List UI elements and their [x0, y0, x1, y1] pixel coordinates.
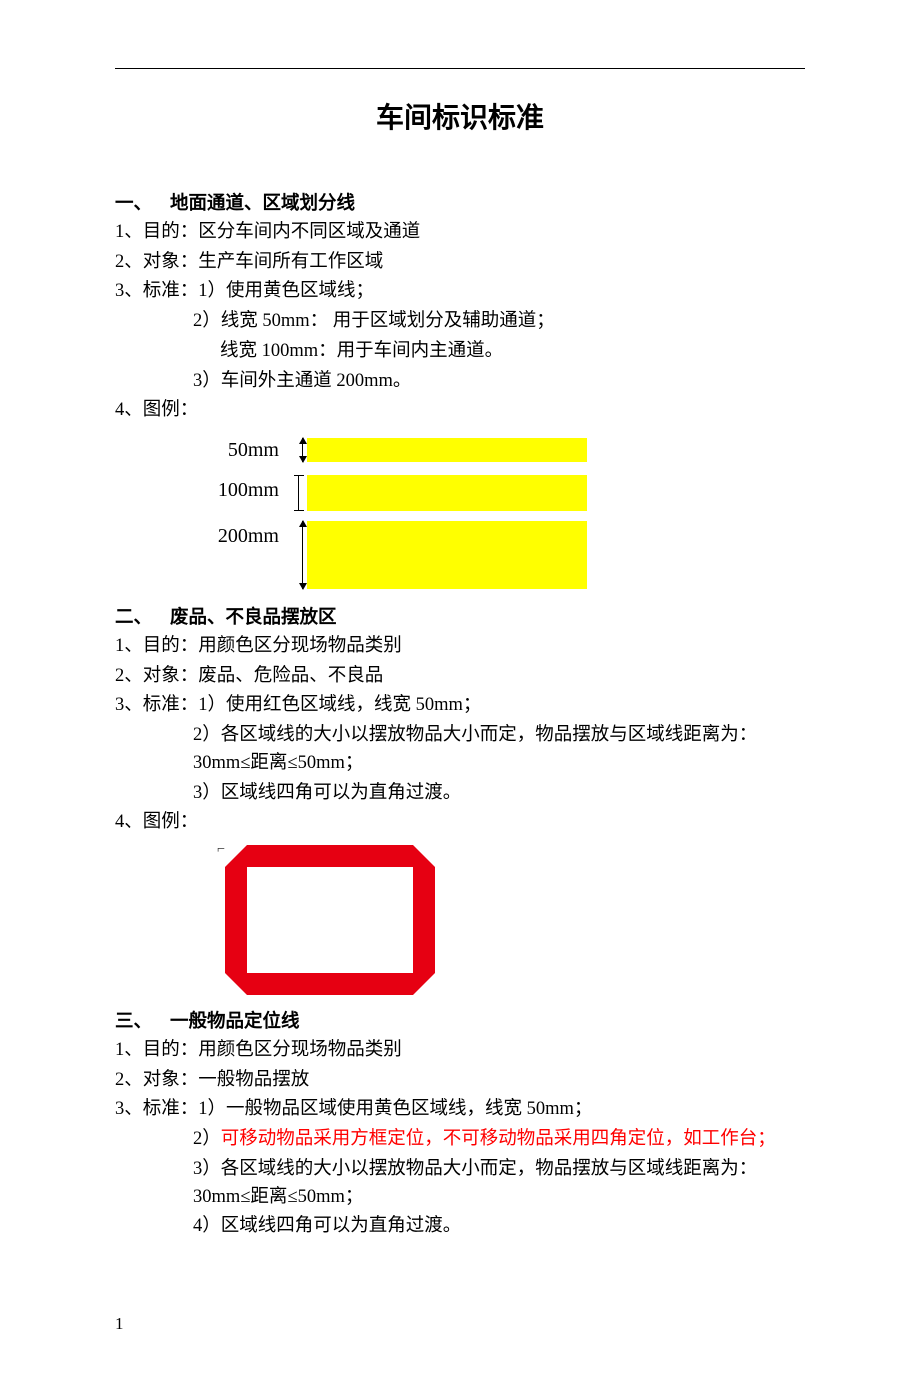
- bar-50-label: 50mm: [207, 435, 283, 465]
- document-title: 车间标识标准: [115, 97, 805, 139]
- dimension-arrow-icon: [302, 521, 303, 589]
- page-number: 1: [115, 1311, 805, 1337]
- section-2-line: 2）各区域线的大小以摆放物品大小而定，物品摆放与区域线距离为：30mm≤距离≤5…: [115, 722, 805, 778]
- bar-200-label: 200mm: [207, 521, 283, 551]
- section-2-line: 3）区域线四角可以为直角过渡。: [115, 780, 805, 808]
- section-3-l4-highlight: 可移动物品采用方框定位，不可移动物品采用四角定位，如工作台；: [221, 1129, 776, 1149]
- yellow-bar-50: [307, 438, 587, 462]
- section-1-line: 线宽 100mm：用于车间内主通道。: [115, 338, 805, 366]
- handle-icon: ⌐: [217, 839, 225, 860]
- yellow-bar-100: [307, 475, 587, 511]
- dimension-arrow-icon: [302, 438, 303, 462]
- section-1-line: 1、目的：区分车间内不同区域及通道: [115, 219, 805, 247]
- section-2-line: 1、目的：用颜色区分现场物品类别: [115, 633, 805, 661]
- section-2-heading: 二、废品、不良品摆放区: [115, 603, 805, 631]
- section-1-title: 地面通道、区域划分线: [170, 192, 355, 213]
- dimension-tick-icon: [298, 475, 299, 511]
- section-3-title: 一般物品定位线: [170, 1010, 300, 1031]
- figure-red-frame: ⌐: [225, 845, 435, 995]
- section-1-line: 2）线宽 50mm： 用于区域划分及辅助通道；: [115, 308, 805, 336]
- section-3-num: 三、: [115, 1007, 170, 1035]
- bar-100-label: 100mm: [207, 475, 283, 505]
- header-rule: [115, 68, 805, 69]
- section-3-line: 4）区域线四角可以为直角过渡。: [115, 1213, 805, 1241]
- section-3-line: 2）可移动物品采用方框定位，不可移动物品采用四角定位，如工作台；: [115, 1126, 805, 1154]
- section-3-l4-prefix: 2）: [193, 1129, 221, 1149]
- section-3-heading: 三、一般物品定位线: [115, 1007, 805, 1035]
- bar-row-50: 50mm: [207, 435, 805, 465]
- section-3-line: 1、目的：用颜色区分现场物品类别: [115, 1037, 805, 1065]
- section-3-line: 3、标准：1）一般物品区域使用黄色区域线，线宽 50mm；: [115, 1096, 805, 1124]
- section-1-line: 4、图例：: [115, 397, 805, 425]
- section-1-num: 一、: [115, 189, 170, 217]
- bar-row-100: 100mm: [207, 475, 805, 511]
- section-1-line: 3、标准：1）使用黄色区域线；: [115, 278, 805, 306]
- section-2-line: 3、标准：1）使用红色区域线，线宽 50mm；: [115, 692, 805, 720]
- figure-yellow-bars: 50mm 100mm 200mm: [207, 435, 805, 589]
- section-2-num: 二、: [115, 603, 170, 631]
- section-1-line: 2、对象：生产车间所有工作区域: [115, 249, 805, 277]
- section-2-line: 2、对象：废品、危险品、不良品: [115, 663, 805, 691]
- red-frame-icon: [225, 845, 435, 995]
- section-3-line: 2、对象：一般物品摆放: [115, 1067, 805, 1095]
- section-1-heading: 一、地面通道、区域划分线: [115, 189, 805, 217]
- section-3-line: 3）各区域线的大小以摆放物品大小而定，物品摆放与区域线距离为：30mm≤距离≤5…: [115, 1156, 805, 1212]
- bar-row-200: 200mm: [207, 521, 805, 589]
- document-page: 车间标识标准 一、地面通道、区域划分线 1、目的：区分车间内不同区域及通道 2、…: [0, 0, 920, 1377]
- yellow-bar-200: [307, 521, 587, 589]
- section-1-line: 3）车间外主通道 200mm。: [115, 368, 805, 396]
- section-2-line: 4、图例：: [115, 809, 805, 837]
- section-2-title: 废品、不良品摆放区: [170, 606, 337, 627]
